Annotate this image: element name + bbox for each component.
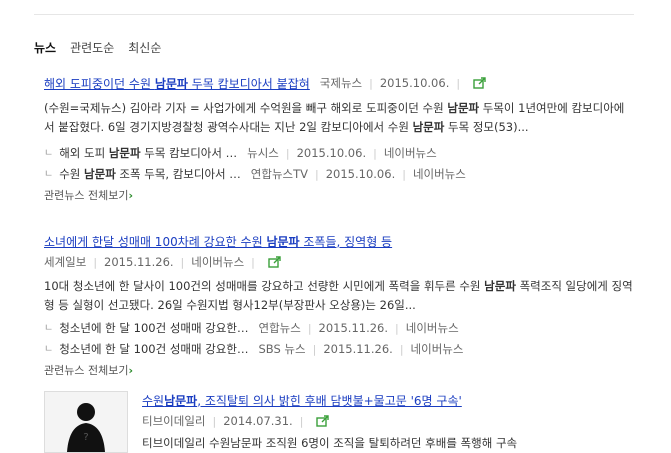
news-date: 2014.07.31. — [223, 414, 293, 428]
svg-text:?: ? — [83, 432, 88, 443]
share-icon[interactable] — [473, 77, 487, 89]
related-news-link[interactable]: 청소년에 한 달 100건 성매매 강요한… — [59, 318, 248, 339]
news-item: 해외 도피중이던 수원 남문파 두목 캄보디아서 붙잡혀 국제뉴스 | 2015… — [44, 74, 634, 203]
more-related-link[interactable]: 관련뉴스 전체보기› — [44, 187, 634, 203]
share-icon[interactable] — [268, 256, 282, 268]
tab-news[interactable]: 뉴스 — [34, 39, 56, 56]
news-date: 2015.11.26. — [104, 255, 174, 269]
news-title-link[interactable]: 소녀에게 한달 성매매 100차례 강요한 수원 남문파 조폭들, 징역형 등 — [44, 233, 392, 250]
news-date: 2015.10.06. — [379, 76, 450, 90]
news-summary: (수원=국제뉴스) 김아라 기자 = 사업가에게 수억원을 빼구 해외로 도피중… — [44, 101, 625, 134]
share-icon[interactable] — [316, 415, 330, 427]
related-news-item: ㄴ 청소년에 한 달 100건 성매매 강요한… 연합뉴스 | 2015.11.… — [44, 318, 634, 339]
naver-news-link[interactable]: 네이버뉴스 — [411, 339, 464, 360]
news-source: 국제뉴스 — [319, 76, 363, 90]
related-news-link[interactable]: 수원 남문파 조폭 두목, 캄보디아서 … — [59, 164, 241, 185]
news-thumbnail[interactable]: ? — [44, 391, 128, 453]
naver-news-link[interactable]: 네이버뉴스 — [406, 318, 459, 339]
tab-bar: 뉴스 관련도순 최신순 — [34, 39, 161, 56]
related-news-item: ㄴ 청소년에 한 달 100건 성매매 강요한… SBS 뉴스 | 2015.1… — [44, 339, 634, 360]
news-source: 티브이데일리 — [142, 414, 206, 428]
news-summary: 10대 청소년에 한 달사이 100건의 성매매를 강요하고 선량한 시민에게 … — [44, 279, 633, 312]
naver-news-link[interactable]: 네이버뉴스 — [413, 164, 466, 185]
news-item: 소녀에게 한달 성매매 100차례 강요한 수원 남문파 조폭들, 징역형 등 … — [44, 233, 634, 378]
news-summary: 티브이데일리 수원남문파 조직원 6명이 조직을 탈퇴하려던 후배를 폭행해 구… — [142, 436, 518, 450]
news-item: 수원남문파, 조직탈퇴 의사 밝힌 후배 담뱃불+물고문 '6명 구속' 티브이… — [142, 391, 632, 453]
news-title-link[interactable]: 수원남문파, 조직탈퇴 의사 밝힌 후배 담뱃불+물고문 '6명 구속' — [142, 392, 462, 409]
related-date: 2015.10.06. — [296, 146, 367, 160]
more-related-link[interactable]: 관련뉴스 전체보기› — [44, 362, 634, 378]
top-divider — [34, 14, 634, 15]
related-news-link[interactable]: 해외 도피 남문파 두목 캄보디아서 … — [59, 143, 237, 164]
related-source: SBS 뉴스 — [258, 342, 306, 356]
tab-relevance[interactable]: 관련도순 — [70, 39, 114, 56]
naver-news-link[interactable]: 네이버뉴스 — [191, 254, 244, 270]
related-date: 2015.11.26. — [323, 342, 393, 356]
related-news-link[interactable]: 청소년에 한 달 100건 성매매 강요한… — [59, 339, 248, 360]
related-date: 2015.11.26. — [318, 321, 389, 335]
related-news-item: ㄴ 수원 남문파 조폭 두목, 캄보디아서 … 연합뉴스TV | 2015.10… — [44, 164, 634, 185]
silhouette-image: ? — [45, 392, 127, 452]
related-source: 연합뉴스 — [258, 321, 301, 335]
tab-latest[interactable]: 최신순 — [128, 39, 161, 56]
related-source: 뉴시스 — [247, 146, 279, 160]
news-source: 세계일보 — [44, 255, 87, 269]
related-date: 2015.10.06. — [325, 167, 396, 181]
related-news-item: ㄴ 해외 도피 남문파 두목 캄보디아서 … 뉴시스 | 2015.10.06.… — [44, 143, 634, 164]
news-title-link[interactable]: 해외 도피중이던 수원 남문파 두목 캄보디아서 붙잡혀 — [44, 75, 310, 92]
naver-news-link[interactable]: 네이버뉴스 — [384, 143, 437, 164]
related-source: 연합뉴스TV — [250, 167, 308, 181]
